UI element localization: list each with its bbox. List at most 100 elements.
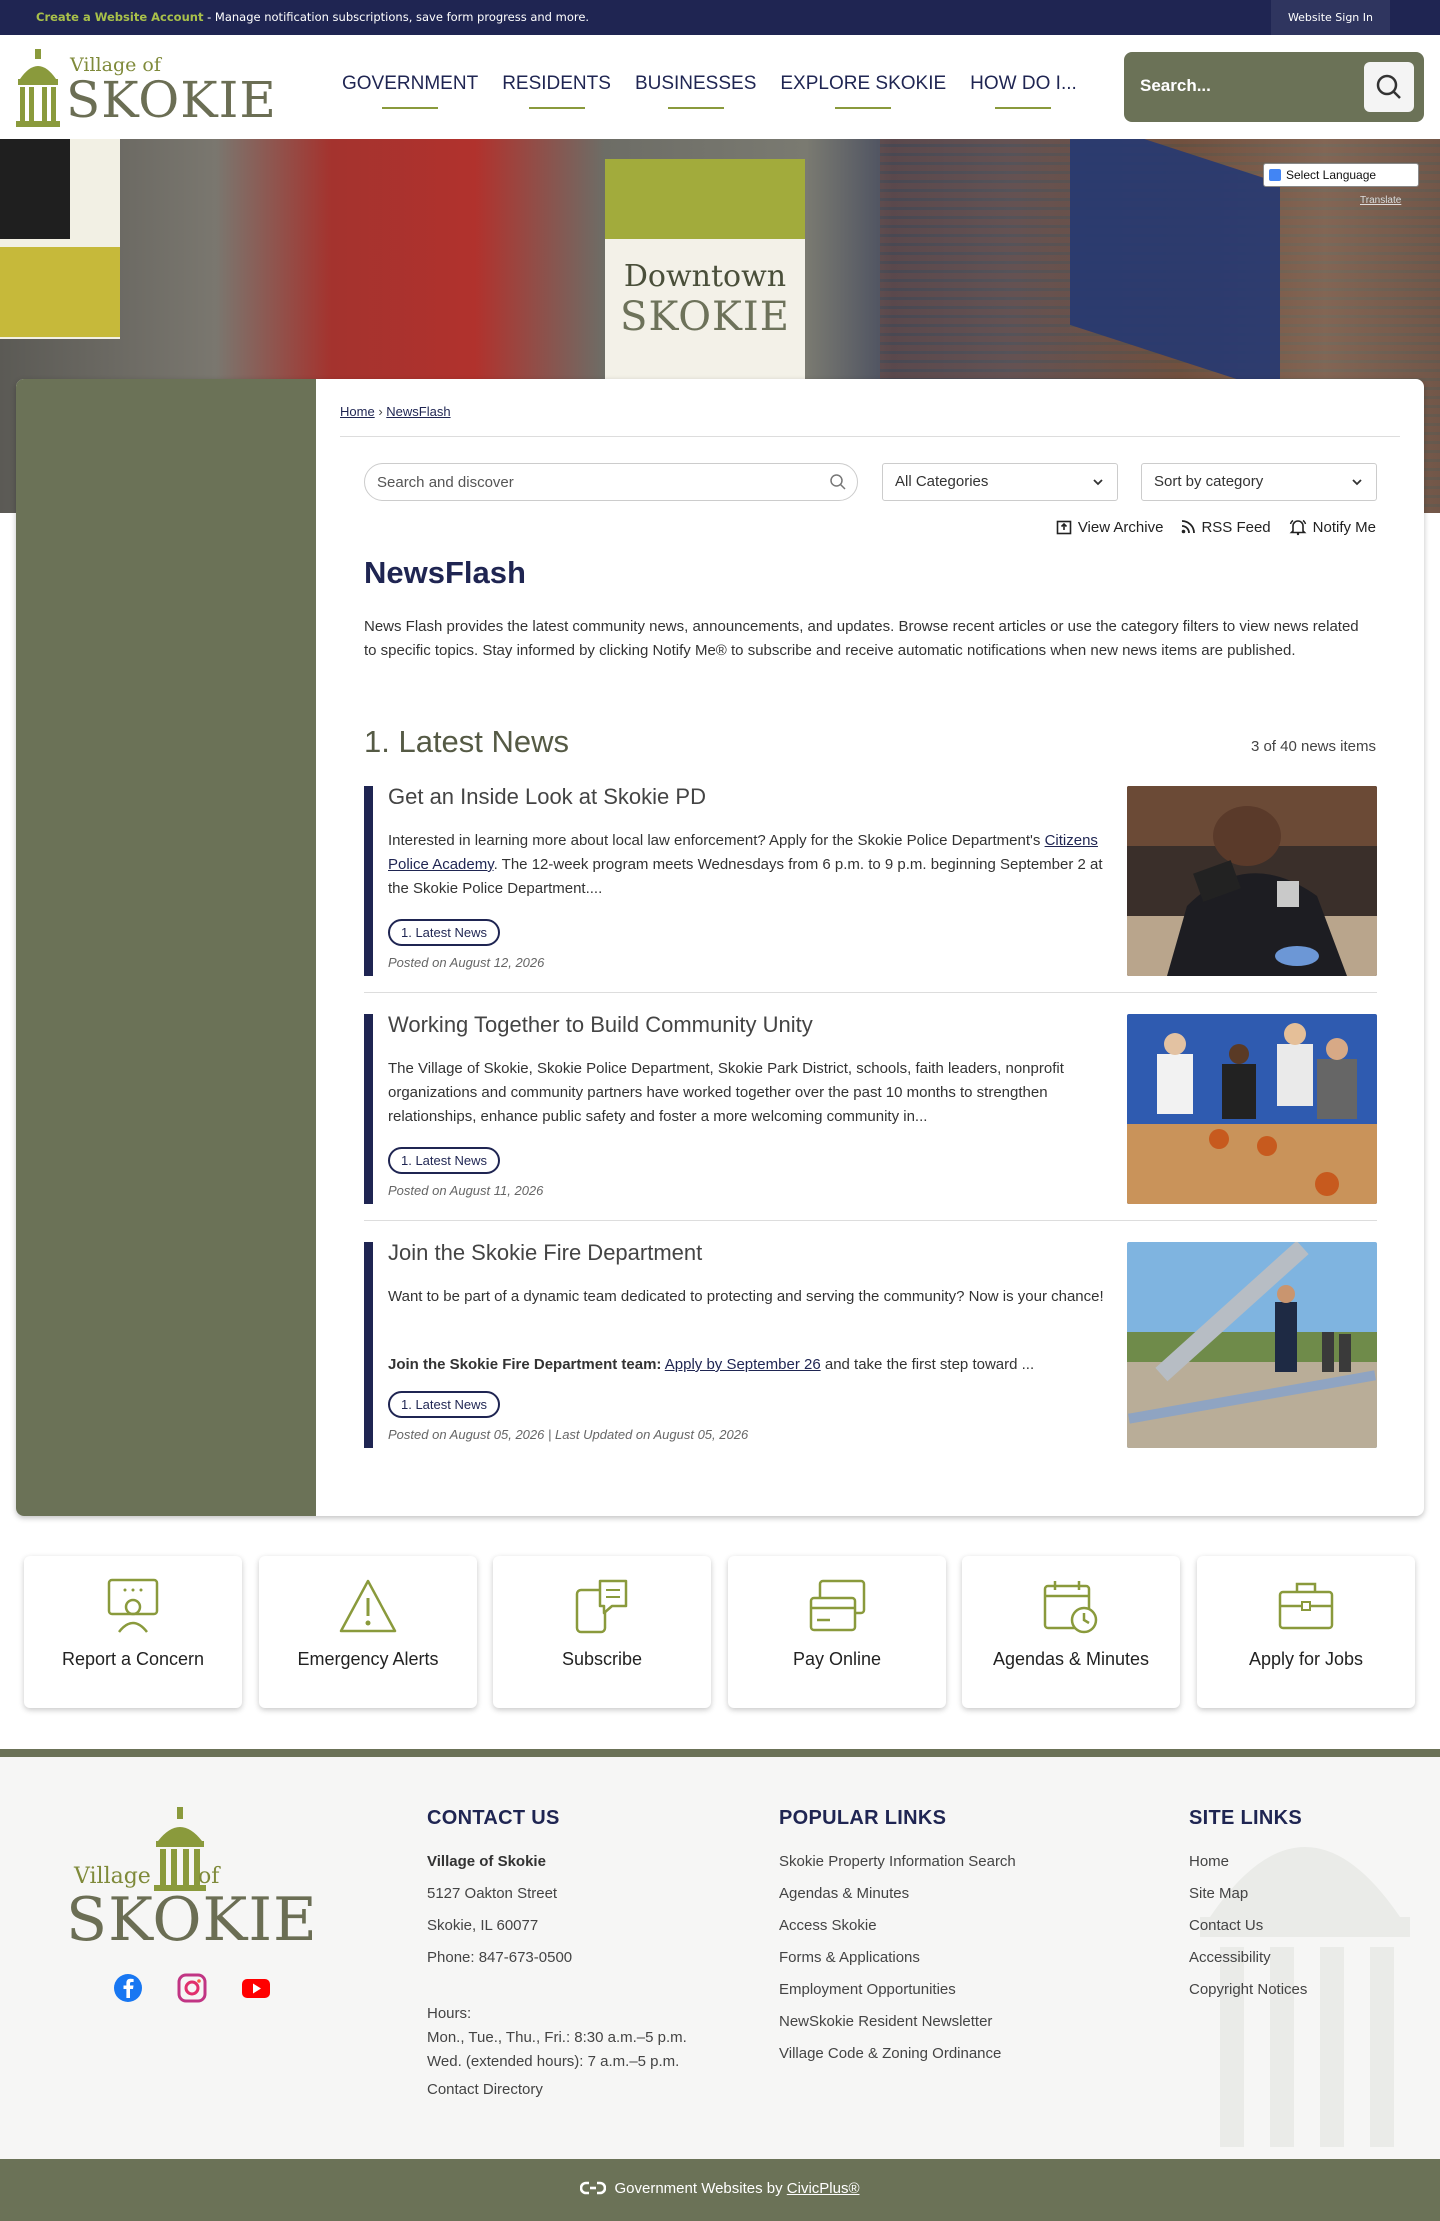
news-desc-text-2: . The 12-week program meets Wednesdays f… [388,856,1103,897]
quick-link-apply-jobs[interactable]: Apply for Jobs [1197,1556,1415,1708]
bell-icon [1289,519,1307,536]
site-link[interactable]: Accessibility [1189,1942,1307,1974]
report-concern-icon [107,1578,159,1633]
page-title: NewsFlash [364,555,526,590]
main-nav: GOVERNMENT RESIDENTS BUSINESSES EXPLORE … [330,73,1089,109]
nav-how-do-i[interactable]: HOW DO I... [958,73,1089,109]
contact-hours-2: Wed. (extended hours): 7 a.m.–5 p.m. [427,2053,680,2070]
civicplus-logo-icon [580,2181,607,2195]
quick-link-emergency-alerts[interactable]: Emergency Alerts [259,1556,477,1708]
apply-by-link[interactable]: Apply by September 26 [665,1356,821,1373]
site-search-input[interactable]: Search... [1140,76,1211,96]
popular-link[interactable]: Forms & Applications [779,1942,1016,1974]
site-link[interactable]: Copyright Notices [1189,1974,1307,2006]
popular-link[interactable]: NewSkokie Resident Newsletter [779,2006,1016,2038]
account-message-text: - Manage notification subscriptions, sav… [203,10,590,24]
news-image-fire[interactable] [1127,1242,1377,1448]
google-translate-link[interactable]: Translate [1360,195,1401,206]
popular-links-column: POPULAR LINKS Skokie Property Informatio… [779,1807,1016,2070]
site-link[interactable]: Home [1189,1846,1307,1878]
site-search[interactable]: Search... [1124,52,1424,122]
instagram-icon[interactable] [177,1973,207,2003]
police-photo [1127,786,1377,976]
chevron-down-icon [1352,479,1362,486]
news-desc-text: Interested in learning more about local … [388,832,1045,849]
site-links-column: SITE LINKS Home Site Map Contact Us Acce… [1189,1807,1307,2006]
quick-link-agendas-minutes[interactable]: Agendas & Minutes [962,1556,1180,1708]
site-link[interactable]: Site Map [1189,1878,1307,1910]
category-tag[interactable]: 1. Latest News [388,1391,500,1418]
quick-link-subscribe[interactable]: Subscribe [493,1556,711,1708]
hero-flag-top [605,159,805,239]
notify-me-link[interactable]: Notify Me [1289,518,1376,536]
sort-select[interactable]: Sort by category [1141,463,1377,501]
news-image-police[interactable] [1127,786,1377,976]
breadcrumb-home[interactable]: Home [340,404,375,419]
nav-explore-skokie[interactable]: EXPLORE SKOKIE [768,73,958,109]
nav-government[interactable]: GOVERNMENT [330,73,490,109]
news-title-link[interactable]: Working Together to Build Community Unit… [388,1012,813,1038]
popular-link[interactable]: Employment Opportunities [779,1974,1016,2006]
create-account-link[interactable]: Create a Website Account [36,10,203,24]
news-item: Working Together to Build Community Unit… [364,1012,1377,1221]
news-date: Posted on August 05, 2026 | Last Updated… [388,1427,749,1442]
nav-businesses[interactable]: BUSINESSES [623,73,768,109]
basketball-photo [1127,1014,1377,1204]
news-date: Posted on August 12, 2026 [388,955,545,970]
footer-divider [0,1749,1440,1757]
site-footer: Village of SKOKIE CONTACT US Village of … [0,1757,1440,2159]
nav-residents[interactable]: RESIDENTS [490,73,623,109]
news-image-basketball[interactable] [1127,1014,1377,1204]
news-title-link[interactable]: Get an Inside Look at Skokie PD [388,784,706,810]
news-separator [364,1220,1377,1221]
sort-select-value: Sort by category [1154,473,1264,490]
news-accent-bar [364,1242,373,1448]
view-archive-link[interactable]: View Archive [1056,518,1164,536]
news-item: Join the Skokie Fire Department Want to … [364,1240,1377,1448]
account-message: Create a Website Account - Manage notifi… [36,10,589,24]
news-tools: View Archive RSS Feed Notify Me [1056,518,1376,536]
news-description: The Village of Skokie, Skokie Police Dep… [388,1060,1064,1125]
contact-heading: CONTACT US [427,1807,560,1829]
news-date: Posted on August 11, 2026 [388,1183,544,1198]
site-links-heading: SITE LINKS [1189,1807,1303,1829]
hero-left-banner-stripe [0,247,120,337]
news-title-link[interactable]: Join the Skokie Fire Department [388,1240,702,1266]
facebook-icon[interactable] [113,1973,143,2003]
breadcrumb-newsflash[interactable]: NewsFlash [386,404,450,419]
popular-link[interactable]: Village Code & Zoning Ordinance [779,2038,1016,2070]
news-desc-bold: Join the Skokie Fire Department team: [388,1356,662,1373]
quick-link-pay-online[interactable]: Pay Online [728,1556,946,1708]
footer-logo[interactable]: Village of SKOKIE [66,1807,317,1957]
search-icon[interactable] [829,473,847,491]
language-select[interactable]: Select Language [1263,163,1419,187]
category-tag[interactable]: 1. Latest News [388,919,500,946]
hero-flag-skokie: SKOKIE [620,294,790,340]
rss-feed-link[interactable]: RSS Feed [1181,518,1271,536]
civicplus-link[interactable]: CivicPlus® [787,2180,860,2197]
category-tag[interactable]: 1. Latest News [388,1147,500,1174]
category-select[interactable]: All Categories [882,463,1118,501]
contact-city: Skokie, IL 60077 [427,1917,539,1934]
village-logo[interactable]: Village of SKOKIE [14,47,289,127]
site-search-button[interactable] [1364,62,1414,112]
youtube-icon[interactable] [241,1973,271,2003]
view-archive-label: View Archive [1077,518,1164,536]
contact-phone: Phone: 847-673-0500 [427,1949,573,1966]
contact-street: 5127 Oakton Street [427,1885,558,1902]
popular-link[interactable]: Agendas & Minutes [779,1878,1016,1910]
contact-directory-link[interactable]: Contact Directory [427,2074,687,2106]
popular-link[interactable]: Skokie Property Information Search [779,1846,1016,1878]
fire-department-photo [1127,1242,1377,1448]
popular-link[interactable]: Access Skokie [779,1910,1016,1942]
site-link[interactable]: Contact Us [1189,1910,1307,1942]
breadcrumb-separator: › [378,404,383,419]
quick-link-report-concern[interactable]: Report a Concern [24,1556,242,1708]
website-sign-in-button[interactable]: Website Sign In [1270,0,1390,35]
news-search-placeholder: Search and discover [377,474,514,491]
pay-online-icon [809,1579,866,1632]
news-search-input[interactable]: Search and discover [364,463,858,501]
news-desc-text-3: and take the first step toward ... [820,1356,1035,1373]
breadcrumb-divider [340,436,1400,437]
civicplus-credit: Government Websites by CivicPlus® [0,2180,1440,2197]
